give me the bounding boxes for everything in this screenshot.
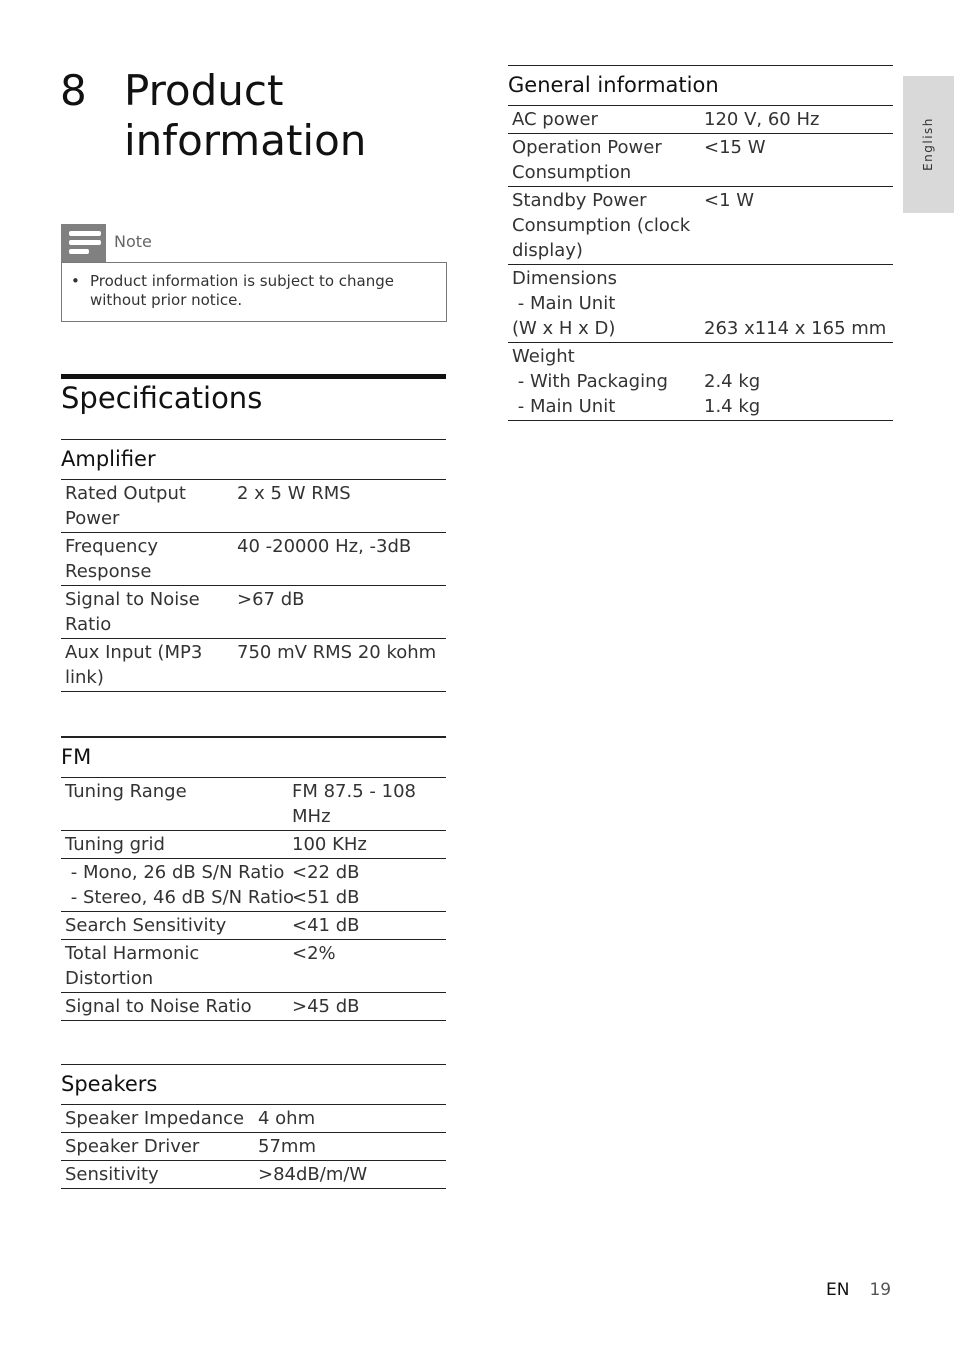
fm-table: FM Tuning Range FM 87.5 - 108 MHz Tuning g… xyxy=(61,736,446,1021)
spec-row: AC power 120 V, 60 Hz xyxy=(508,106,893,134)
spec-label: Sensitivity xyxy=(65,1164,159,1185)
note-header: Note xyxy=(61,224,447,262)
spec-value: 2 x 5 W RMS xyxy=(237,483,351,504)
bullet-icon: • xyxy=(71,272,80,290)
spec-value: <15 W xyxy=(704,137,766,158)
spec-row: Frequency Response 40 -20000 Hz, -3dB xyxy=(61,533,446,586)
spec-label: Standby Power Consumption (clock display… xyxy=(512,190,691,261)
spec-value: 40 -20000 Hz, -3dB xyxy=(237,536,412,557)
spec-label: Search Sensitivity xyxy=(65,915,227,936)
language-label: English xyxy=(921,117,935,171)
spec-row: Tuning Range FM 87.5 - 108 MHz xyxy=(61,778,446,831)
spec-label: Weight - With Packaging - Main Unit xyxy=(512,346,668,417)
spec-row: Tuning grid 100 KHz xyxy=(61,831,446,859)
spec-row: Standby Power Consumption (clock display… xyxy=(508,187,893,265)
language-tab: English xyxy=(903,76,954,213)
spec-value: 57mm xyxy=(258,1136,316,1157)
spec-label: - Mono, 26 dB S/N Ratio - Stereo, 46 dB … xyxy=(70,862,295,908)
page-footer: EN 19 xyxy=(826,1280,891,1300)
spec-label: Frequency Response xyxy=(65,536,158,582)
spec-value: 4 ohm xyxy=(258,1108,316,1129)
general-info-title: General information xyxy=(508,65,893,106)
spec-label: Speaker Impedance xyxy=(65,1108,245,1129)
note-lines-icon xyxy=(61,224,106,262)
spec-row: Signal to Noise Ratio >45 dB xyxy=(61,993,446,1021)
note-body: • Product information is subject to chan… xyxy=(61,262,447,322)
spec-row: Dimensions - Main Unit (W x H x D) 263 x… xyxy=(508,265,893,343)
spec-row: Speaker Impedance 4 ohm xyxy=(61,1105,446,1133)
spec-value: <2% xyxy=(292,943,336,964)
page-number: 19 xyxy=(869,1280,892,1300)
spec-row: - Mono, 26 dB S/N Ratio - Stereo, 46 dB … xyxy=(61,859,446,912)
spec-value: FM 87.5 - 108 MHz xyxy=(292,781,416,827)
spec-label: Rated Output Power xyxy=(65,483,186,529)
note-text: Product information is subject to change… xyxy=(90,272,394,309)
spec-label: Total Harmonic Distortion xyxy=(65,943,200,989)
speakers-title: Speakers xyxy=(61,1064,446,1105)
spec-label: Signal to Noise Ratio xyxy=(65,589,200,635)
spec-value: >84dB/m/W xyxy=(258,1164,368,1185)
spec-label: AC power xyxy=(512,109,598,130)
spec-value: 120 V, 60 Hz xyxy=(704,109,820,130)
spec-value: <22 dB <51 dB xyxy=(292,862,360,908)
spec-row: Weight - With Packaging - Main Unit 2.4 … xyxy=(508,343,893,421)
spec-value: 750 mV RMS 20 kohm xyxy=(237,642,437,663)
spec-value: 100 KHz xyxy=(292,834,367,855)
spec-label: Tuning grid xyxy=(65,834,165,855)
spec-row: Sensitivity >84dB/m/W xyxy=(61,1161,446,1189)
spec-label: Operation Power Consumption xyxy=(512,137,662,183)
speakers-table: Speakers Speaker Impedance 4 ohm Speaker D… xyxy=(61,1064,446,1189)
amplifier-table: Amplifier Rated Output Power 2 x 5 W RMS F… xyxy=(61,439,446,692)
spec-label: Tuning Range xyxy=(65,781,187,802)
specifications-title: Specifications xyxy=(61,381,263,415)
spec-row: Aux Input (MP3 link) 750 mV RMS 20 kohm xyxy=(61,639,446,692)
spec-row: Total Harmonic Distortion <2% xyxy=(61,940,446,993)
amplifier-title: Amplifier xyxy=(61,439,446,480)
spec-value: <1 W xyxy=(704,190,755,211)
spec-value: <41 dB xyxy=(292,915,360,936)
spec-label: Dimensions - Main Unit (W x H x D) xyxy=(512,268,618,339)
spec-row: Operation Power Consumption <15 W xyxy=(508,134,893,187)
chapter-title-text: Product information xyxy=(124,66,367,165)
spec-row: Rated Output Power 2 x 5 W RMS xyxy=(61,480,446,533)
fm-title: FM xyxy=(61,737,446,778)
chapter-number: 8 xyxy=(60,66,87,115)
spec-value: 263 x114 x 165 mm xyxy=(704,318,887,339)
spec-label: Signal to Noise Ratio xyxy=(65,996,252,1017)
spec-label: Speaker Driver xyxy=(65,1136,200,1157)
spec-label: Aux Input (MP3 link) xyxy=(65,642,203,688)
general-info-table: General information AC power 120 V, 60 Hz… xyxy=(508,65,893,421)
spec-row: Search Sensitivity <41 dB xyxy=(61,912,446,940)
footer-lang: EN xyxy=(826,1280,850,1300)
note-box: Note • Product information is subject to… xyxy=(61,224,447,322)
spec-value: 2.4 kg 1.4 kg xyxy=(704,371,761,417)
spec-value: >45 dB xyxy=(292,996,360,1017)
spec-row: Speaker Driver 57mm xyxy=(61,1133,446,1161)
spec-value: >67 dB xyxy=(237,589,305,610)
section-rule xyxy=(61,374,446,379)
spec-row: Signal to Noise Ratio >67 dB xyxy=(61,586,446,639)
note-label: Note xyxy=(114,232,152,251)
